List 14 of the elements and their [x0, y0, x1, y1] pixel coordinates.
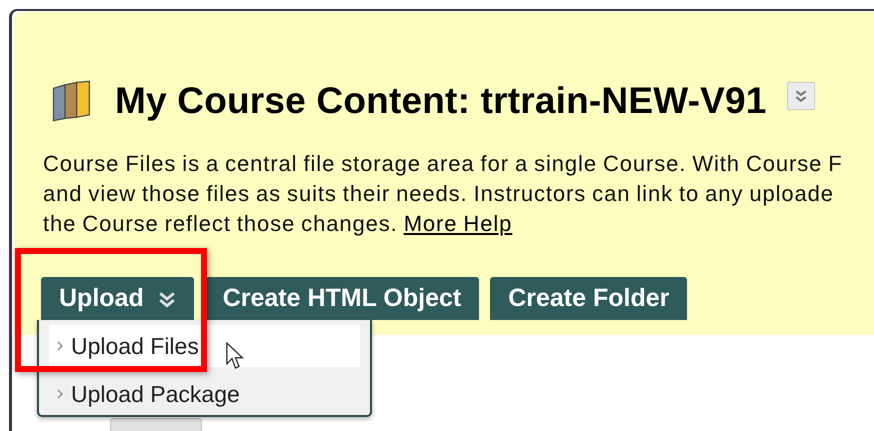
title-menu-button[interactable] — [786, 82, 815, 110]
menu-item[interactable]: Upload Package — [49, 373, 360, 415]
menu-item[interactable]: Upload Files — [49, 325, 360, 367]
toolbar-button[interactable]: Create Folder — [490, 277, 688, 320]
chevron-right-icon — [57, 341, 63, 351]
page-title: My Course Content: trtrain-NEW-V91 — [115, 80, 767, 122]
toolbar-button[interactable]: Create HTML Object — [204, 277, 480, 320]
more-help-link[interactable]: More Help — [404, 211, 512, 236]
chevron-right-icon — [57, 389, 63, 399]
description-text: Course Files is a central file storage area for a single Course. With Course F and view those files as suits their needs. Instructors can link to any uploade the Course reflect those changes. More Help — [43, 150, 844, 238]
upload-button[interactable]: Upload — [41, 277, 194, 320]
chevron-down-icon — [158, 290, 176, 308]
chevron-down-icon — [794, 89, 808, 103]
pointer-cursor-icon — [226, 342, 245, 370]
